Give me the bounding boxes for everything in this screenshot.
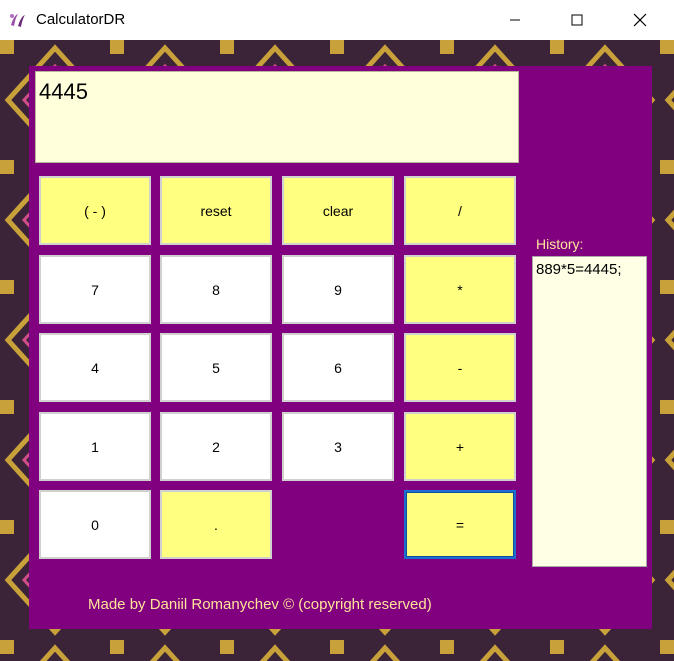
title-bar: CalculatorDR xyxy=(0,0,674,40)
close-icon xyxy=(633,13,647,27)
digit-2-button[interactable]: 2 xyxy=(160,412,272,481)
digit-0-button[interactable]: 0 xyxy=(39,490,151,559)
minus-button[interactable]: - xyxy=(404,333,516,402)
decimal-button[interactable]: . xyxy=(160,490,272,559)
negate-button[interactable]: ( - ) xyxy=(39,176,151,245)
digit-7-button[interactable]: 7 xyxy=(39,255,151,324)
equals-button[interactable]: = xyxy=(404,490,516,559)
multiply-button[interactable]: * xyxy=(404,255,516,324)
digit-1-button[interactable]: 1 xyxy=(39,412,151,481)
digit-3-button[interactable]: 3 xyxy=(282,412,394,481)
history-list[interactable]: 889*5=4445; xyxy=(532,256,647,567)
minimize-icon xyxy=(510,19,520,21)
digit-6-button[interactable]: 6 xyxy=(282,333,394,402)
clear-button[interactable]: clear xyxy=(282,176,394,245)
history-label: History: xyxy=(536,236,584,252)
divide-button[interactable]: / xyxy=(404,176,516,245)
plus-button[interactable]: + xyxy=(404,412,516,481)
minimize-button[interactable] xyxy=(492,0,538,40)
close-button[interactable] xyxy=(617,0,663,40)
reset-button[interactable]: reset xyxy=(160,176,272,245)
digit-8-button[interactable]: 8 xyxy=(160,255,272,324)
maximize-icon xyxy=(571,14,583,26)
digit-5-button[interactable]: 5 xyxy=(160,333,272,402)
footer-credit: Made by Daniil Romanychev © (copyright r… xyxy=(88,596,432,613)
result-display[interactable]: 4445 xyxy=(35,71,519,163)
window-title: CalculatorDR xyxy=(36,11,126,28)
digit-9-button[interactable]: 9 xyxy=(282,255,394,324)
app-icon xyxy=(8,10,28,30)
maximize-button[interactable] xyxy=(554,0,600,40)
digit-4-button[interactable]: 4 xyxy=(39,333,151,402)
